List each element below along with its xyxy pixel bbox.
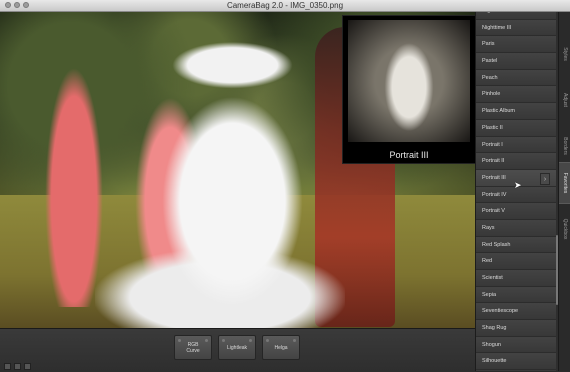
filter-item[interactable]: Pinhole	[476, 86, 559, 104]
panel-corner-icons	[4, 363, 31, 370]
tab-label: Adjust	[562, 93, 568, 107]
chevron-right-icon[interactable]: ›	[540, 173, 550, 185]
filter-item[interactable]: Silhouette	[476, 353, 559, 371]
adjustment-label: Helga	[274, 344, 288, 351]
reset-icon[interactable]	[14, 363, 21, 370]
tab-label: Borders	[562, 137, 568, 155]
tab-favorites[interactable]: Favorites	[559, 162, 570, 204]
filter-item[interactable]: Portrait V	[476, 203, 559, 220]
helga-button[interactable]: Helga	[262, 335, 300, 360]
filter-item[interactable]: Sepia	[476, 286, 559, 304]
filter-item[interactable]: Plastic II	[476, 119, 559, 137]
title-bar: CameraBag 2.0 - IMG_0350.png	[0, 0, 570, 12]
adjustment-dot-icon	[222, 339, 225, 342]
adjustment-dot-icon	[178, 339, 181, 342]
settings-icon[interactable]	[4, 363, 11, 370]
mouse-pointer-icon: ➤	[514, 180, 522, 190]
adjustment-label: Lightleak	[226, 344, 247, 351]
filter-list[interactable]: Nighttime IINighttime IIIParisPastelPeac…	[475, 12, 559, 371]
tab-label: Styles	[562, 47, 568, 61]
filter-preview-image	[348, 20, 470, 142]
lightleak-button[interactable]: Lightleak	[218, 335, 256, 360]
filter-item[interactable]: Paris	[476, 36, 559, 54]
filter-item[interactable]: Pastel	[476, 53, 559, 70]
filter-item[interactable]: Portrait II	[476, 153, 559, 170]
filter-item[interactable]: Shogun	[476, 336, 559, 354]
filter-item[interactable]: Seventiescope	[476, 303, 559, 321]
window-title: CameraBag 2.0 - IMG_0350.png	[226, 1, 344, 10]
adjustment-dot-icon	[293, 339, 296, 342]
tab-label: Favorites	[562, 172, 568, 194]
adjustment-dot-icon	[249, 339, 252, 342]
adjustment-label: RGB Curve	[186, 341, 200, 354]
filter-item[interactable]: Portrait I	[476, 136, 559, 154]
rgb-curve-button[interactable]: RGB Curve	[174, 335, 212, 360]
filter-item[interactable]: Red	[476, 253, 559, 270]
tab-adjust[interactable]: Adjust	[559, 78, 570, 122]
filter-preview: Portrait III	[342, 15, 476, 164]
photo-bride	[95, 42, 345, 328]
filter-item[interactable]: Rays	[476, 219, 559, 237]
tab-styles[interactable]: Styles	[559, 32, 570, 76]
adjustment-dot-icon	[205, 339, 208, 342]
filter-item[interactable]: Nighttime III	[476, 19, 559, 37]
adjustments-panel: RGB Curve Lightleak Helga	[0, 328, 475, 372]
filter-item[interactable]: Peach	[476, 69, 559, 87]
filter-item[interactable]: Red Splash	[476, 236, 559, 254]
filter-item[interactable]: Nighttime II	[476, 12, 559, 20]
filter-preview-label: Portrait III	[389, 150, 429, 160]
filter-item[interactable]: Shag Rug	[476, 320, 559, 337]
tab-quickbox[interactable]: Quickbox	[559, 206, 570, 251]
tab-label: Quickbox	[562, 218, 568, 239]
close-icon[interactable]	[24, 363, 31, 370]
adjustment-dot-icon	[266, 339, 269, 342]
filter-item[interactable]: Plastic Album	[476, 103, 559, 120]
vertical-tab-bar: Styles Adjust Borders Favorites Quickbox	[558, 12, 570, 371]
filter-item[interactable]: Scientist	[476, 270, 559, 287]
